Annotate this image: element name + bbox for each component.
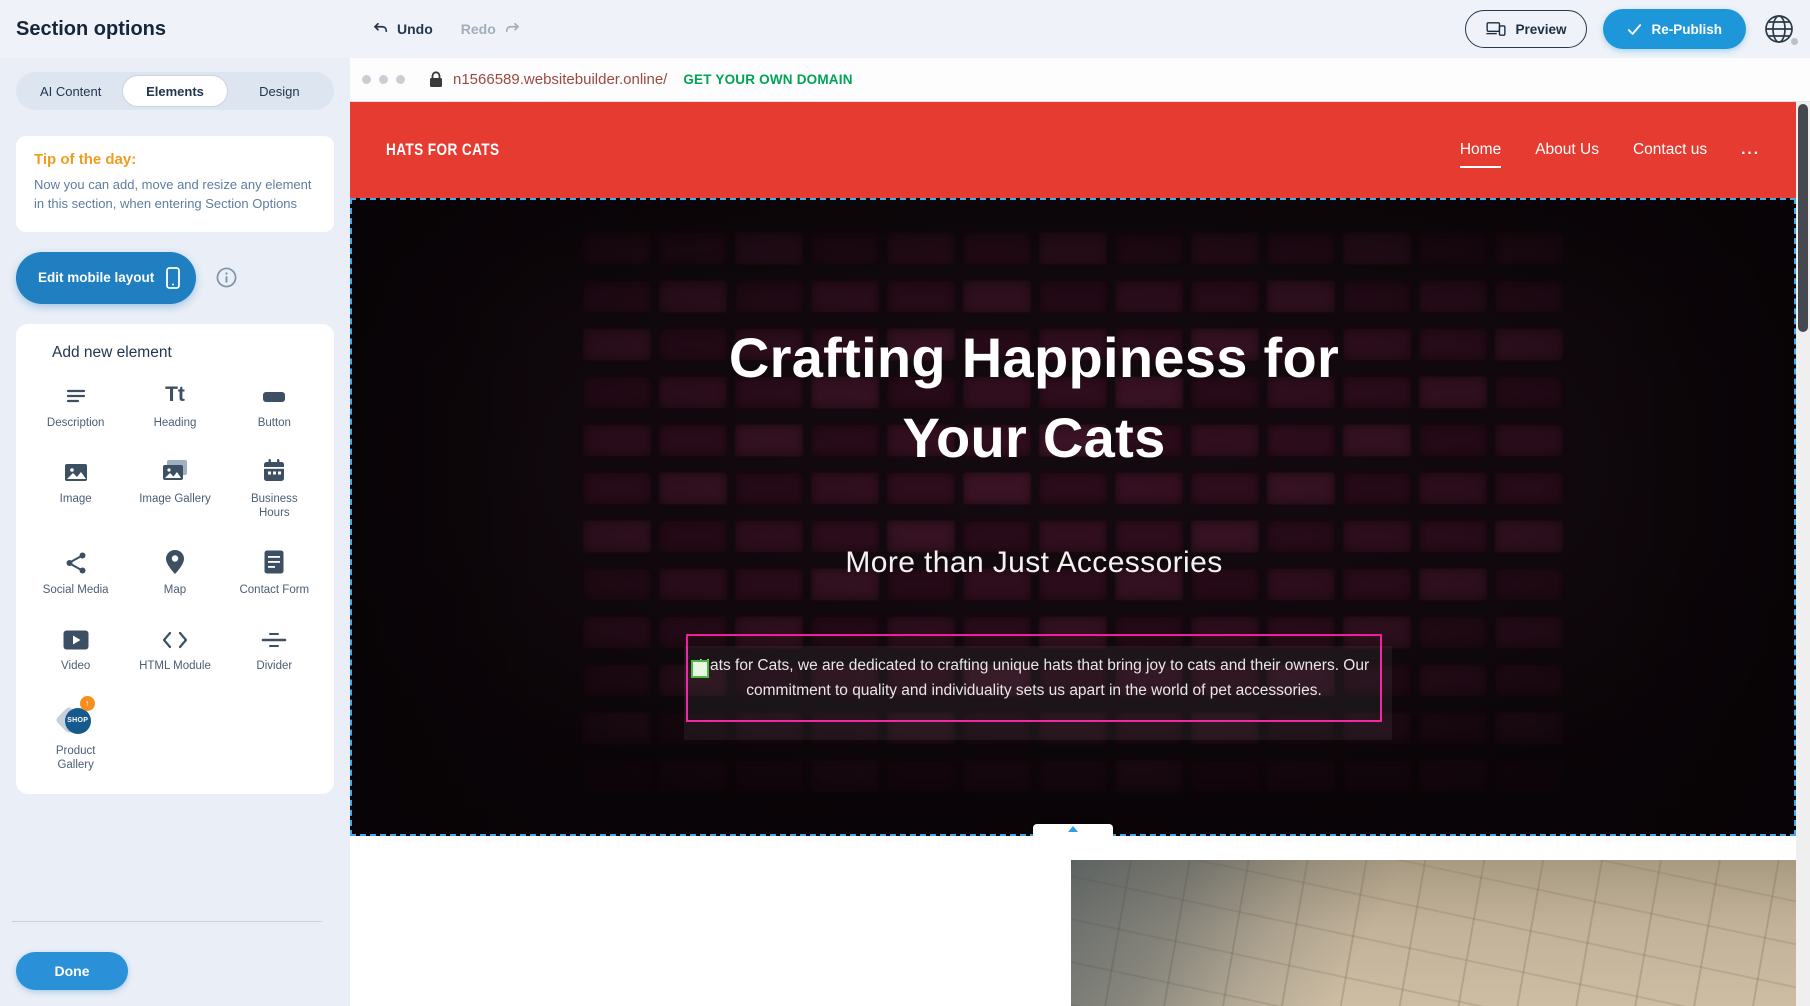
edit-mobile-label: Edit mobile layout [38, 270, 154, 285]
ssl-lock-icon [429, 71, 443, 88]
undo-button[interactable]: Undo [372, 20, 433, 38]
nav-contact-us[interactable]: Contact us [1633, 141, 1707, 159]
hero-subheadline[interactable]: More than Just Accessories [350, 546, 1718, 580]
republish-button[interactable]: Re-Publish [1603, 9, 1746, 49]
info-icon[interactable] [216, 267, 237, 288]
html-module-icon [161, 623, 189, 651]
topbar-actions: Preview Re-Publish [1465, 0, 1796, 58]
resize-corner-handle[interactable] [691, 660, 709, 678]
button-icon [261, 380, 287, 408]
tab-elements[interactable]: Elements [122, 75, 227, 107]
site-nav: Home About Us Contact us ... [1460, 141, 1760, 159]
mobile-layout-row: Edit mobile layout [16, 252, 350, 304]
nav-about-us[interactable]: About Us [1535, 141, 1599, 159]
devices-icon [1486, 21, 1506, 37]
element-social-media[interactable]: Social Media [26, 547, 125, 597]
get-domain-link[interactable]: GET YOUR OWN DOMAIN [683, 72, 852, 87]
element-description[interactable]: Description [26, 380, 125, 430]
business-hours-icon [262, 456, 286, 484]
nav-home[interactable]: Home [1460, 141, 1501, 159]
add-element-card: Add new element Description Tt Heading [16, 324, 334, 795]
image-gallery-icon [161, 456, 189, 484]
site-logo[interactable]: HATS FOR CATS [386, 140, 500, 160]
redo-button[interactable]: Redo [461, 20, 521, 38]
site-preview-area: n1566589.websitebuilder.online/ GET YOUR… [350, 58, 1810, 1006]
element-image[interactable]: Image [26, 456, 125, 521]
edit-mobile-layout-button[interactable]: Edit mobile layout [16, 252, 196, 304]
undo-label: Undo [397, 21, 433, 37]
app-window: Section options Undo Redo Preview [0, 0, 1810, 1006]
preview-label: Preview [1515, 22, 1566, 37]
tab-ai-content[interactable]: AI Content [19, 75, 122, 107]
done-button[interactable]: Done [16, 952, 128, 990]
tip-body: Now you can add, move and resize any ele… [34, 176, 314, 214]
add-element-title: Add new element [26, 344, 324, 362]
check-icon [1627, 23, 1642, 36]
redo-label: Redo [461, 21, 496, 37]
hero-paragraph[interactable]: Hats for Cats, we are dedicated to craft… [688, 653, 1380, 703]
website-canvas: HATS FOR CATS Home About Us Contact us .… [350, 102, 1796, 1006]
divider-icon [261, 623, 287, 651]
section-height-handle[interactable] [1033, 824, 1113, 836]
scrollbar-thumb[interactable] [1798, 104, 1808, 332]
tip-title: Tip of the day: [34, 151, 316, 168]
republish-label: Re-Publish [1651, 22, 1722, 37]
element-html-module[interactable]: HTML Module [125, 623, 224, 673]
element-product-gallery[interactable]: SHOP ↑ Product Gallery [26, 700, 125, 773]
undo-redo-group: Undo Redo [372, 0, 521, 58]
tab-design[interactable]: Design [228, 75, 331, 107]
selected-text-element[interactable]: Hats for Cats, we are dedicated to craft… [686, 634, 1382, 722]
element-divider[interactable]: Divider [225, 623, 324, 673]
upgrade-dot-icon: ↑ [80, 696, 95, 711]
shop-badge: SHOP [65, 708, 91, 734]
element-button[interactable]: Button [225, 380, 324, 430]
window-dot [379, 75, 388, 84]
social-media-icon [64, 547, 88, 575]
preview-scrollbar [1796, 102, 1810, 1006]
element-contact-form[interactable]: Contact Form [225, 547, 324, 597]
language-globe-button[interactable] [1762, 12, 1796, 46]
element-heading[interactable]: Tt Heading [125, 380, 224, 430]
tip-of-the-day-card: Tip of the day: Now you can add, move an… [16, 136, 334, 232]
editor-topbar: Section options Undo Redo Preview [0, 0, 1810, 58]
map-pin-icon [165, 547, 185, 575]
url-text[interactable]: n1566589.websitebuilder.online/ [453, 71, 667, 88]
redo-icon [503, 20, 521, 38]
window-dot [396, 75, 405, 84]
nav-more[interactable]: ... [1741, 141, 1760, 159]
element-business-hours[interactable]: Business Hours [225, 456, 324, 521]
undo-icon [372, 20, 390, 38]
hero-section[interactable]: Crafting Happiness for Your Cats More th… [350, 198, 1796, 836]
video-icon [62, 623, 90, 651]
window-dot [362, 75, 371, 84]
element-grid: Description Tt Heading Button Ima [26, 380, 324, 773]
phone-icon [166, 267, 180, 289]
panel-tabs: AI Content Elements Design [16, 72, 334, 110]
preview-button[interactable]: Preview [1465, 10, 1587, 48]
image-icon [63, 456, 89, 484]
next-section-image[interactable] [1071, 860, 1796, 1006]
product-gallery-icon: SHOP ↑ [59, 700, 93, 736]
site-header[interactable]: HATS FOR CATS Home About Us Contact us .… [350, 102, 1796, 198]
contact-form-icon [263, 547, 285, 575]
section-options-panel: AI Content Elements Design Tip of the da… [0, 58, 350, 1006]
arrow-up-icon [1068, 826, 1078, 832]
globe-notification-dot [1791, 38, 1798, 45]
window-dots [362, 75, 405, 84]
element-map[interactable]: Map [125, 547, 224, 597]
description-icon [64, 380, 88, 408]
hero-content: Crafting Happiness for Your Cats More th… [350, 198, 1718, 836]
page-title: Section options [16, 0, 166, 58]
sidebar-divider [12, 921, 322, 922]
element-video[interactable]: Video [26, 623, 125, 673]
heading-icon: Tt [165, 380, 185, 408]
hero-headline[interactable]: Crafting Happiness for Your Cats [674, 318, 1394, 478]
browser-bar: n1566589.websitebuilder.online/ GET YOUR… [350, 58, 1810, 102]
element-image-gallery[interactable]: Image Gallery [125, 456, 224, 521]
